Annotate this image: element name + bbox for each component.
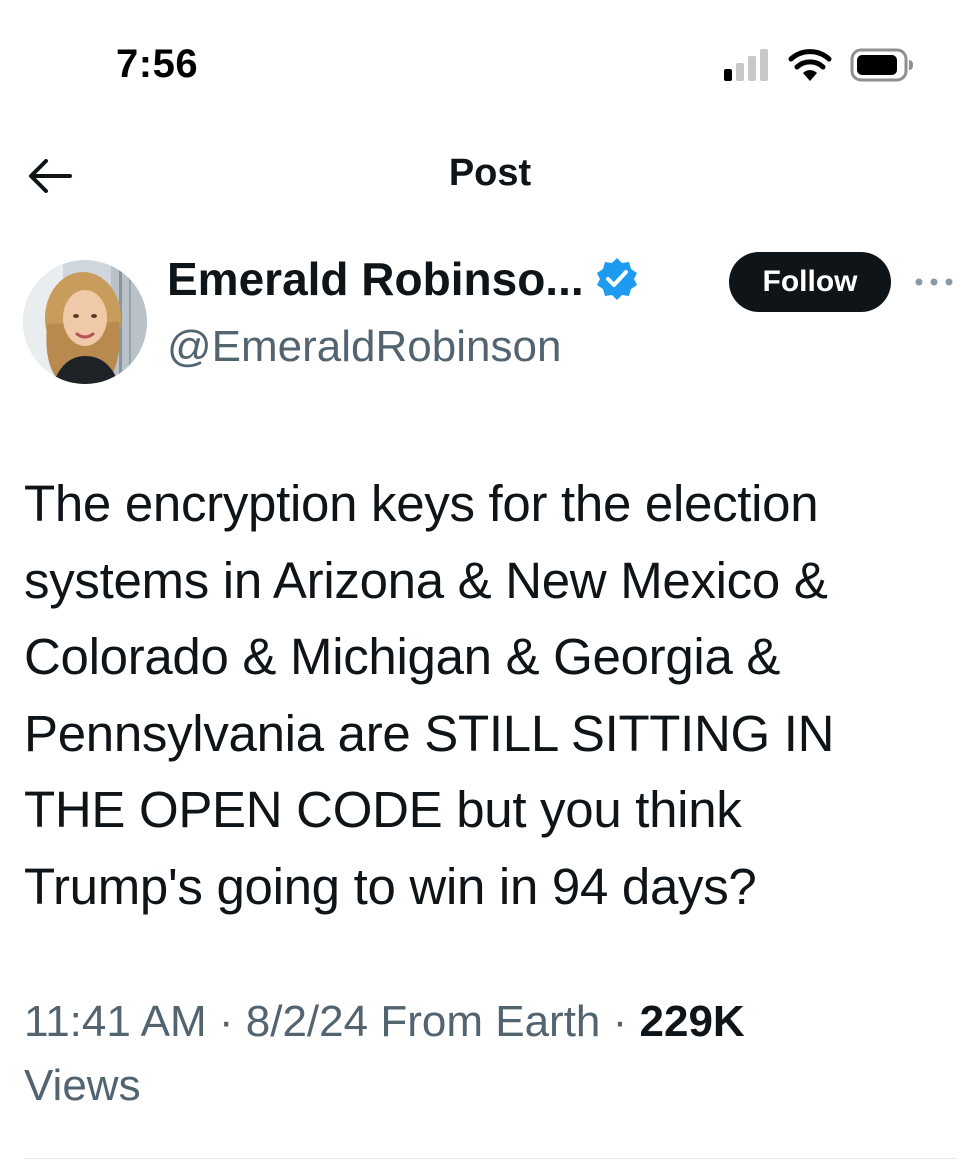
- display-name: Emerald Robinso...: [167, 253, 584, 305]
- signal-icon: [724, 49, 768, 81]
- post-source: From Earth: [380, 997, 601, 1046]
- views-label[interactable]: Views: [24, 1061, 141, 1110]
- status-bar-icons: [724, 46, 914, 84]
- ellipsis-icon: [915, 278, 953, 286]
- page-title: Post: [448, 152, 532, 194]
- follow-button[interactable]: Follow: [729, 252, 891, 312]
- meta-separator: ·: [218, 997, 234, 1046]
- wifi-icon: [788, 49, 832, 81]
- author-handle[interactable]: @EmeraldRobinson: [167, 322, 561, 372]
- verified-badge-icon: [596, 258, 637, 300]
- post-text: The encryption keys for the election sys…: [24, 475, 835, 915]
- author-name-row[interactable]: Emerald Robinso...: [167, 252, 640, 306]
- post-date[interactable]: 8/2/24: [246, 997, 368, 1046]
- meta-separator: ·: [612, 997, 628, 1046]
- views-count[interactable]: 229K: [640, 997, 745, 1046]
- post-metadata: 11:41 AM · 8/2/24 From Earth · 229K View…: [24, 990, 944, 1118]
- battery-icon: [850, 48, 913, 82]
- avatar[interactable]: [23, 260, 147, 384]
- status-bar-time: 7:56: [116, 42, 199, 86]
- divider: [24, 1158, 956, 1159]
- more-options-button[interactable]: [912, 268, 956, 296]
- post-time[interactable]: 11:41 AM: [24, 997, 207, 1046]
